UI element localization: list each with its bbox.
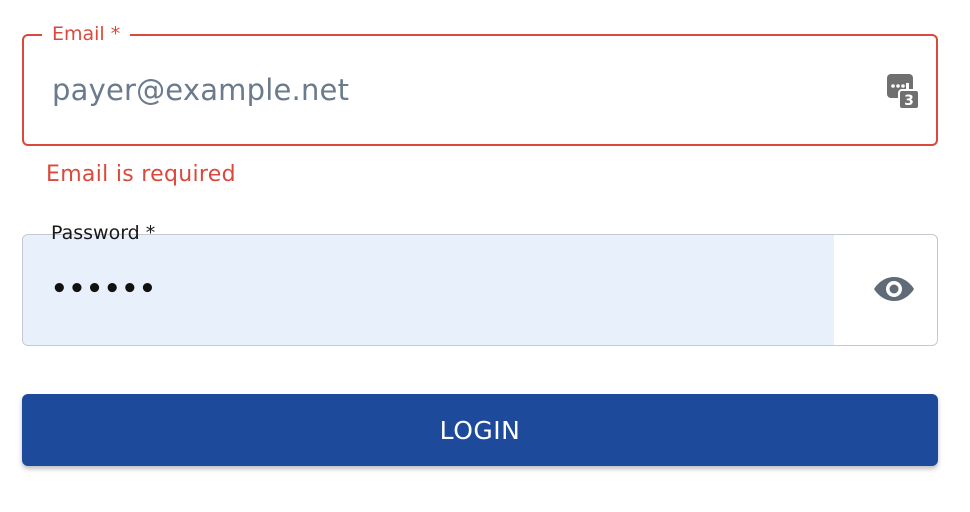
email-error-message: Email is required [46, 162, 236, 187]
password-input[interactable]: •••••• [51, 269, 157, 309]
password-field[interactable]: Password * •••••• [22, 222, 938, 346]
password-label: Password * [51, 222, 156, 244]
autofill-badge: 3 [904, 93, 914, 109]
email-label: Email * [42, 22, 131, 46]
email-input[interactable]: payer@example.net [52, 70, 349, 110]
email-field[interactable]: Email * payer@example.net 3 [22, 22, 938, 146]
login-form: Email * payer@example.net 3 Email is req… [0, 0, 970, 512]
show-password-button[interactable] [873, 273, 915, 305]
eye-icon [874, 277, 914, 301]
login-button[interactable]: LOGIN [22, 394, 938, 466]
password-manager-icon[interactable]: 3 [886, 72, 920, 110]
